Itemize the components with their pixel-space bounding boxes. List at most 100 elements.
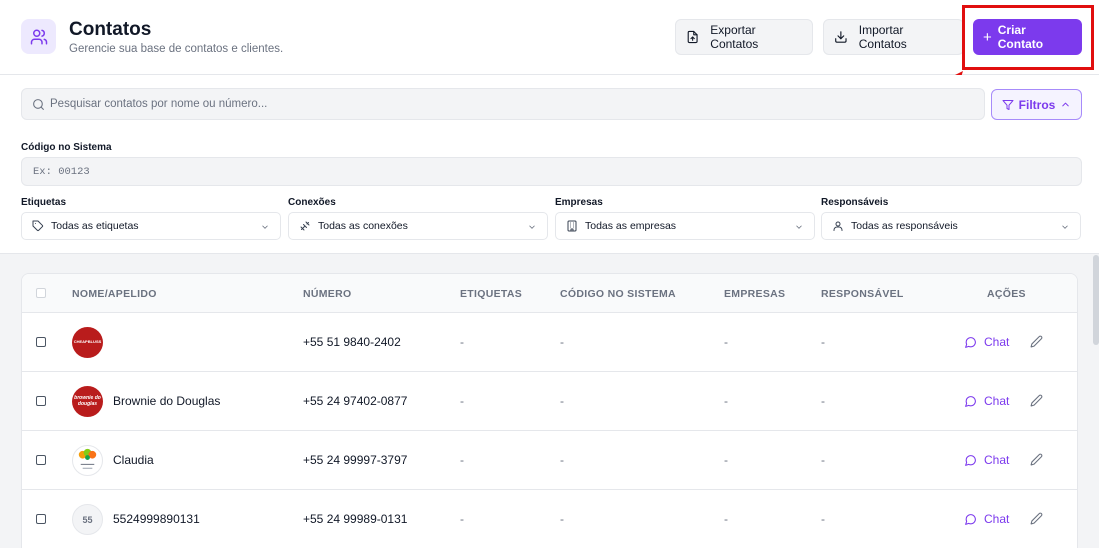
companies-select-value: Todas as empresas: [585, 220, 677, 232]
contact-code: -: [560, 394, 564, 408]
contact-owner: -: [821, 512, 825, 526]
col-tags[interactable]: ETIQUETAS: [460, 288, 522, 300]
code-label: Código no Sistema: [21, 142, 112, 153]
contact-companies: -: [724, 335, 728, 349]
page-subtitle: Gerencie sua base de contatos e clientes…: [69, 43, 284, 55]
highlight-box: [962, 5, 1094, 70]
companies-label: Empresas: [555, 197, 603, 208]
col-actions: AÇÕES: [987, 288, 1026, 300]
chat-bubble-icon: [965, 513, 976, 525]
row-checkbox[interactable]: [36, 514, 46, 524]
export-contacts-button[interactable]: Exportar Contatos: [675, 19, 813, 55]
avatar: [72, 445, 103, 476]
pencil-icon[interactable]: [1030, 512, 1043, 525]
code-input[interactable]: [21, 157, 1082, 186]
row-checkbox[interactable]: [36, 337, 46, 347]
import-contacts-button[interactable]: Importar Contatos: [823, 19, 964, 55]
chevron-down-icon: [529, 225, 535, 229]
contact-code: -: [560, 512, 564, 526]
avatar-initials: 55: [82, 514, 93, 525]
page-header: Contatos Gerencie sua base de contatos e…: [0, 0, 1099, 75]
col-code[interactable]: CÓDIGO NO SISTEMA: [560, 288, 676, 300]
chevron-down-icon: [796, 225, 802, 229]
pencil-icon[interactable]: [1030, 394, 1043, 407]
col-number[interactable]: NÚMERO: [303, 288, 351, 300]
connections-select[interactable]: Todas as conexões: [288, 212, 548, 240]
table-header: NOME/APELIDO NÚMERO ETIQUETAS CÓDIGO NO …: [22, 274, 1077, 313]
avatar: brownie do douglas: [72, 386, 103, 417]
import-contacts-label: Importar Contatos: [858, 23, 907, 51]
plug-icon: [299, 220, 311, 232]
search-input[interactable]: [50, 89, 970, 119]
contact-companies: -: [724, 453, 728, 467]
table-row[interactable]: 55 5524999890131 +55 24 99989-0131 - - -…: [22, 490, 1077, 548]
contact-number: +55 24 99989-0131: [303, 512, 408, 526]
select-all-checkbox[interactable]: [36, 288, 46, 298]
filter-icon: [1002, 99, 1014, 110]
contact-code: -: [560, 453, 564, 467]
tag-icon: [32, 220, 44, 232]
contact-name: Claudia: [113, 453, 154, 467]
users-icon: [21, 19, 56, 54]
filters-label: Filtros: [1018, 97, 1056, 112]
tags-select[interactable]: Todas as etiquetas: [21, 212, 281, 240]
tags-select-value: Todas as etiquetas: [51, 220, 139, 232]
table-row[interactable]: brownie do douglas Brownie do Douglas +5…: [22, 372, 1077, 431]
avatar: CHEAPBLUSS: [72, 327, 103, 358]
page-scrollbar[interactable]: [1093, 255, 1099, 345]
pencil-icon[interactable]: [1030, 335, 1043, 348]
contact-number: +55 24 97402-0877: [303, 394, 408, 408]
chat-button[interactable]: Chat: [964, 512, 1009, 526]
chat-bubble-icon: [965, 395, 976, 407]
contact-number: +55 24 99997-3797: [303, 453, 408, 467]
contact-owner: -: [821, 394, 825, 408]
contact-code: -: [560, 335, 564, 349]
col-companies[interactable]: EMPRESAS: [724, 288, 785, 300]
contact-tags: -: [460, 512, 464, 526]
search-icon: [33, 99, 44, 110]
chat-button[interactable]: Chat: [964, 453, 1009, 467]
chat-bubble-icon: [965, 454, 976, 466]
row-checkbox[interactable]: [36, 396, 46, 406]
contact-owner: -: [821, 453, 825, 467]
table-row[interactable]: Claudia +55 24 99997-3797 - - - - Chat: [22, 431, 1077, 490]
contact-tags: -: [460, 394, 464, 408]
table-row[interactable]: CHEAPBLUSS +55 51 9840-2402 - - - - Chat: [22, 313, 1077, 372]
chat-label: Chat: [984, 394, 1010, 408]
filters-button[interactable]: Filtros: [991, 89, 1082, 120]
contact-tags: -: [460, 335, 464, 349]
chat-label: Chat: [984, 335, 1010, 349]
col-name[interactable]: NOME/APELIDO: [72, 288, 157, 300]
filters-panel: Filtros Código no Sistema Etiquetas Cone…: [0, 75, 1099, 254]
contact-name: 5524999890131: [113, 512, 200, 526]
export-contacts-label: Exportar Contatos: [710, 23, 759, 51]
companies-select[interactable]: Todas as empresas: [555, 212, 815, 240]
col-owner[interactable]: RESPONSÁVEL: [821, 288, 904, 300]
owners-select[interactable]: Todas as responsáveis: [821, 212, 1081, 240]
owners-label: Responsáveis: [821, 197, 889, 208]
avatar-text: CHEAPBLUSS: [73, 339, 102, 345]
contact-number: +55 51 9840-2402: [303, 335, 401, 349]
chevron-down-icon: [262, 225, 268, 229]
contact-companies: -: [724, 394, 728, 408]
avatar: 55: [72, 504, 103, 535]
chevron-down-icon: [1062, 225, 1068, 229]
download-icon: [835, 31, 847, 43]
chat-button[interactable]: Chat: [964, 394, 1009, 408]
building-icon: [566, 220, 578, 232]
tags-label: Etiquetas: [21, 197, 67, 208]
contacts-table: NOME/APELIDO NÚMERO ETIQUETAS CÓDIGO NO …: [21, 273, 1078, 548]
search-box: [21, 88, 985, 120]
page-title: Contatos: [69, 19, 152, 40]
chat-label: Chat: [984, 512, 1010, 526]
row-checkbox[interactable]: [36, 455, 46, 465]
file-export-icon: [687, 30, 698, 44]
pencil-icon[interactable]: [1030, 453, 1043, 466]
avatar-text: brownie do douglas: [74, 395, 101, 407]
owners-select-value: Todas as responsáveis: [851, 220, 958, 232]
chat-button[interactable]: Chat: [964, 335, 1009, 349]
contact-companies: -: [724, 512, 728, 526]
chat-bubble-icon: [965, 336, 976, 348]
connections-label: Conexões: [288, 197, 336, 208]
user-icon: [832, 220, 844, 232]
